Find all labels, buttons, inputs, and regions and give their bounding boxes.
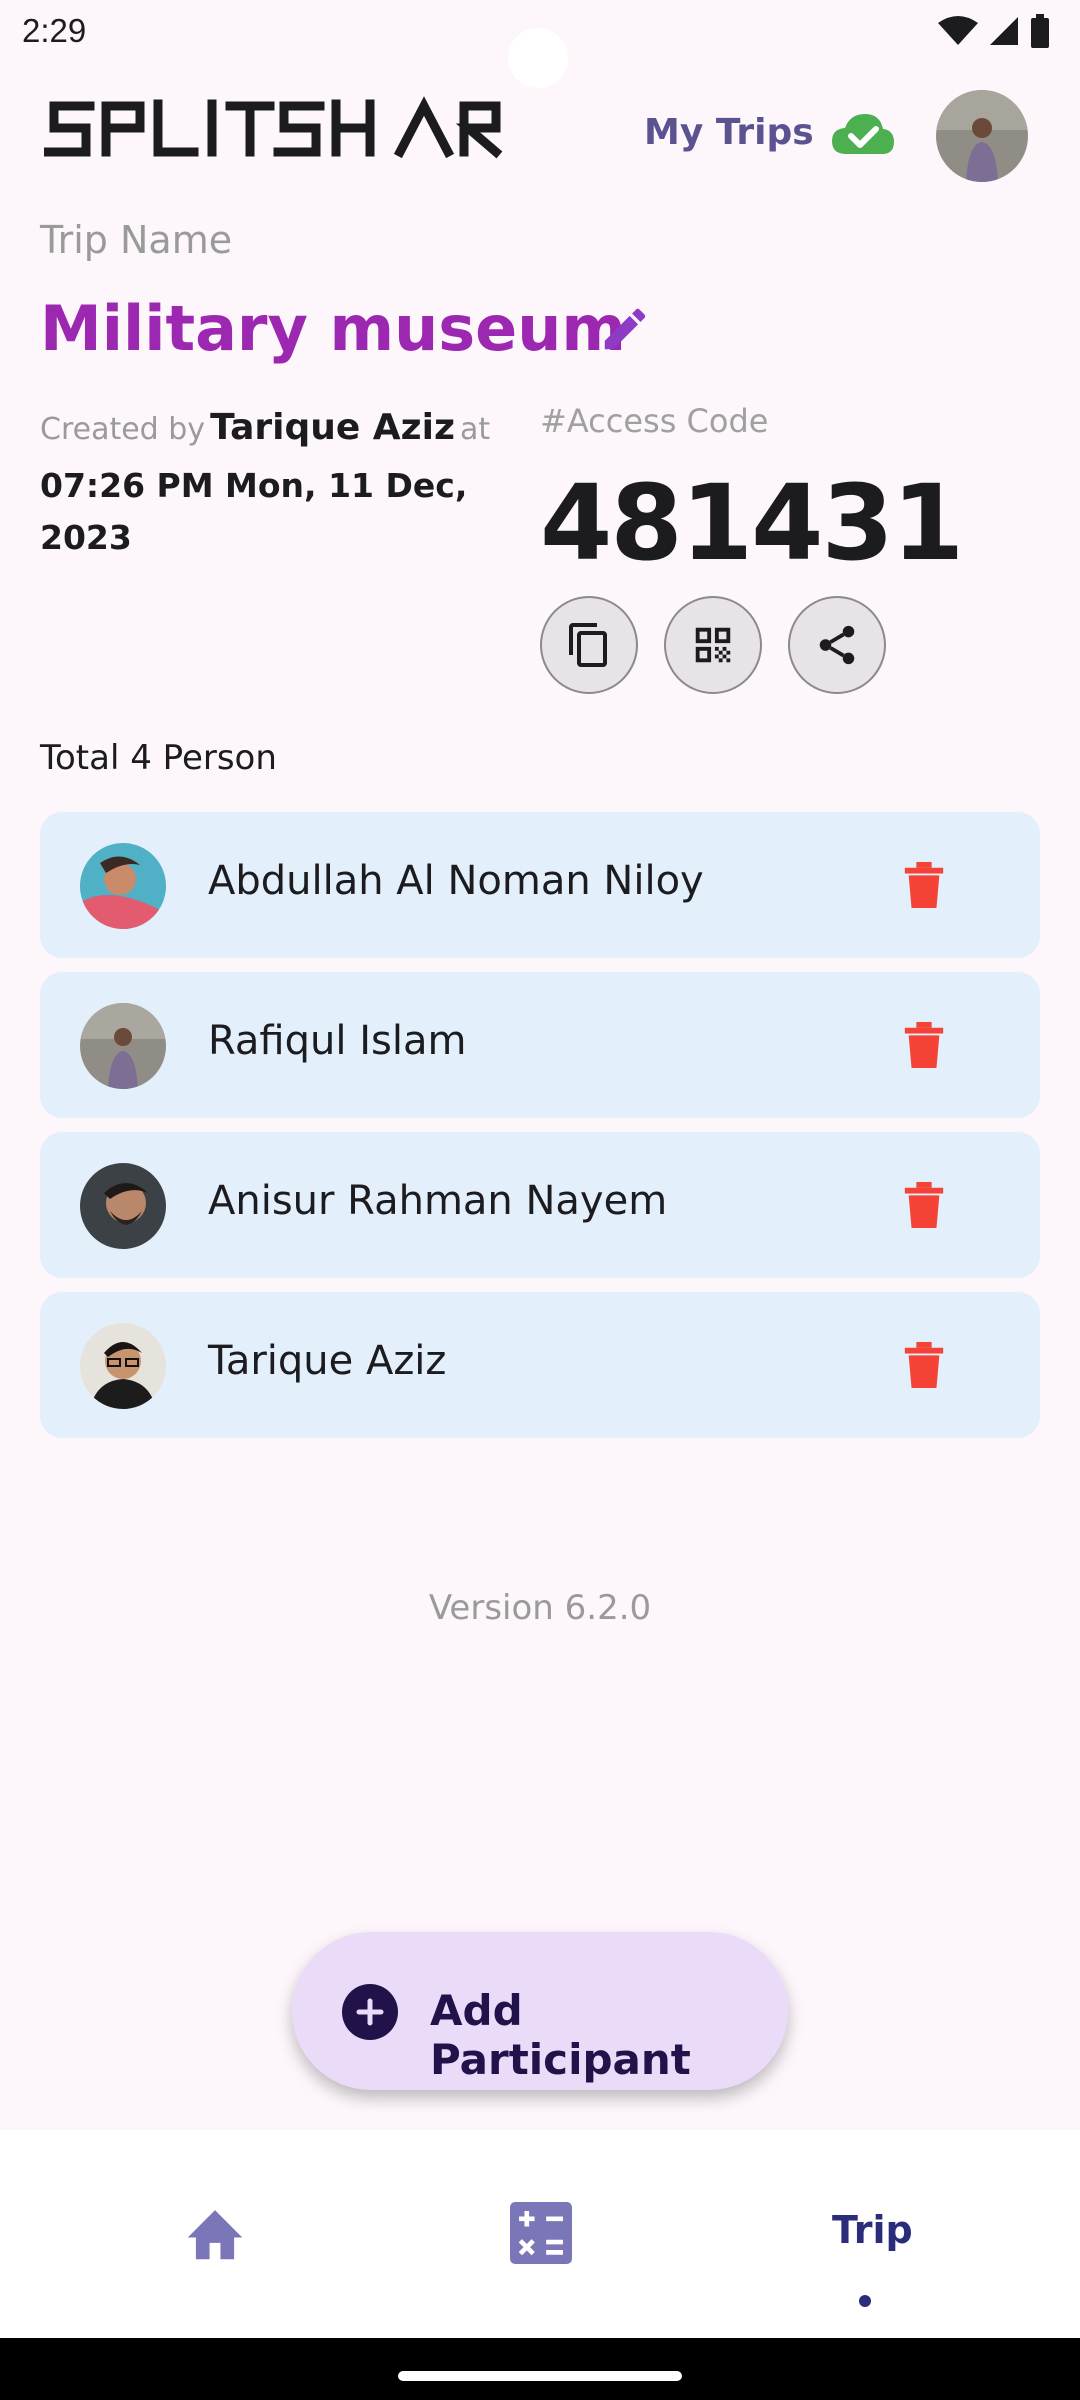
qr-code-button[interactable] [664, 596, 762, 694]
battery-icon [1031, 14, 1049, 48]
created-info: Created by Tarique Aziz at 07:26 PM Mon,… [40, 402, 500, 564]
active-indicator [859, 2295, 871, 2307]
created-by-label: Created by [40, 412, 206, 447]
participant-name: Rafiqul Islam [208, 1018, 467, 1064]
participants-total: Total 4 Person [40, 738, 277, 778]
copy-icon [569, 623, 607, 667]
status-time: 2:29 [22, 12, 87, 49]
wifi-icon [938, 16, 978, 45]
participant-card[interactable]: Anisur Rahman Nayem [40, 1132, 1040, 1278]
delete-icon[interactable] [904, 1342, 944, 1388]
access-code: 481431 [540, 462, 964, 584]
bottom-navigation: Trip [0, 2130, 1080, 2338]
participant-name: Tarique Aziz [208, 1338, 447, 1384]
add-participant-button[interactable]: Add Participant [292, 1932, 788, 2090]
participant-avatar [80, 1003, 166, 1089]
at-label: at [460, 412, 491, 447]
cloud-synced-icon [832, 114, 894, 154]
delete-icon[interactable] [904, 862, 944, 908]
trip-name-label: Trip Name [40, 218, 233, 262]
plus-icon [342, 1984, 398, 2040]
created-date: 07:26 PM Mon, 11 Dec, 2023 [40, 466, 468, 557]
copy-code-button[interactable] [540, 596, 638, 694]
signal-icon [990, 17, 1018, 45]
nav-trip-label[interactable]: Trip [832, 2208, 913, 2252]
delete-icon[interactable] [904, 1182, 944, 1228]
camera-cutout [508, 28, 568, 88]
participant-avatar [80, 1163, 166, 1249]
participant-card[interactable]: Abdullah Al Noman Niloy [40, 812, 1040, 958]
share-button[interactable] [788, 596, 886, 694]
participant-card[interactable]: Rafiqul Islam [40, 972, 1040, 1118]
calculator-icon [510, 2202, 572, 2264]
app-version: Version 6.2.0 [428, 1588, 652, 1628]
user-avatar[interactable] [936, 90, 1028, 182]
nav-home[interactable] [0, 2130, 360, 2338]
participant-card[interactable]: Tarique Aziz [40, 1292, 1040, 1438]
gesture-bar [0, 2338, 1080, 2400]
participant-avatar [80, 843, 166, 929]
creator-name: Tarique Aziz [210, 407, 455, 448]
participant-name: Anisur Rahman Nayem [208, 1178, 668, 1224]
splitshare-logo [44, 96, 503, 159]
home-icon [187, 2210, 243, 2260]
add-participant-label: Add Participant [430, 1986, 691, 2084]
trip-name: Military museum [40, 292, 626, 365]
delete-icon[interactable] [904, 1022, 944, 1068]
participant-name: Abdullah Al Noman Niloy [208, 858, 704, 904]
participant-avatar [80, 1323, 166, 1409]
top-bar: My Trips [0, 88, 1080, 188]
access-code-label: #Access Code [540, 402, 769, 440]
nav-calculator[interactable] [360, 2130, 720, 2338]
share-icon [819, 625, 855, 665]
home-gesture-handle[interactable] [398, 2371, 682, 2381]
status-icons [938, 14, 1050, 48]
my-trips-link[interactable]: My Trips [644, 112, 814, 153]
qr-code-icon [695, 627, 731, 663]
edit-icon[interactable] [598, 302, 652, 356]
